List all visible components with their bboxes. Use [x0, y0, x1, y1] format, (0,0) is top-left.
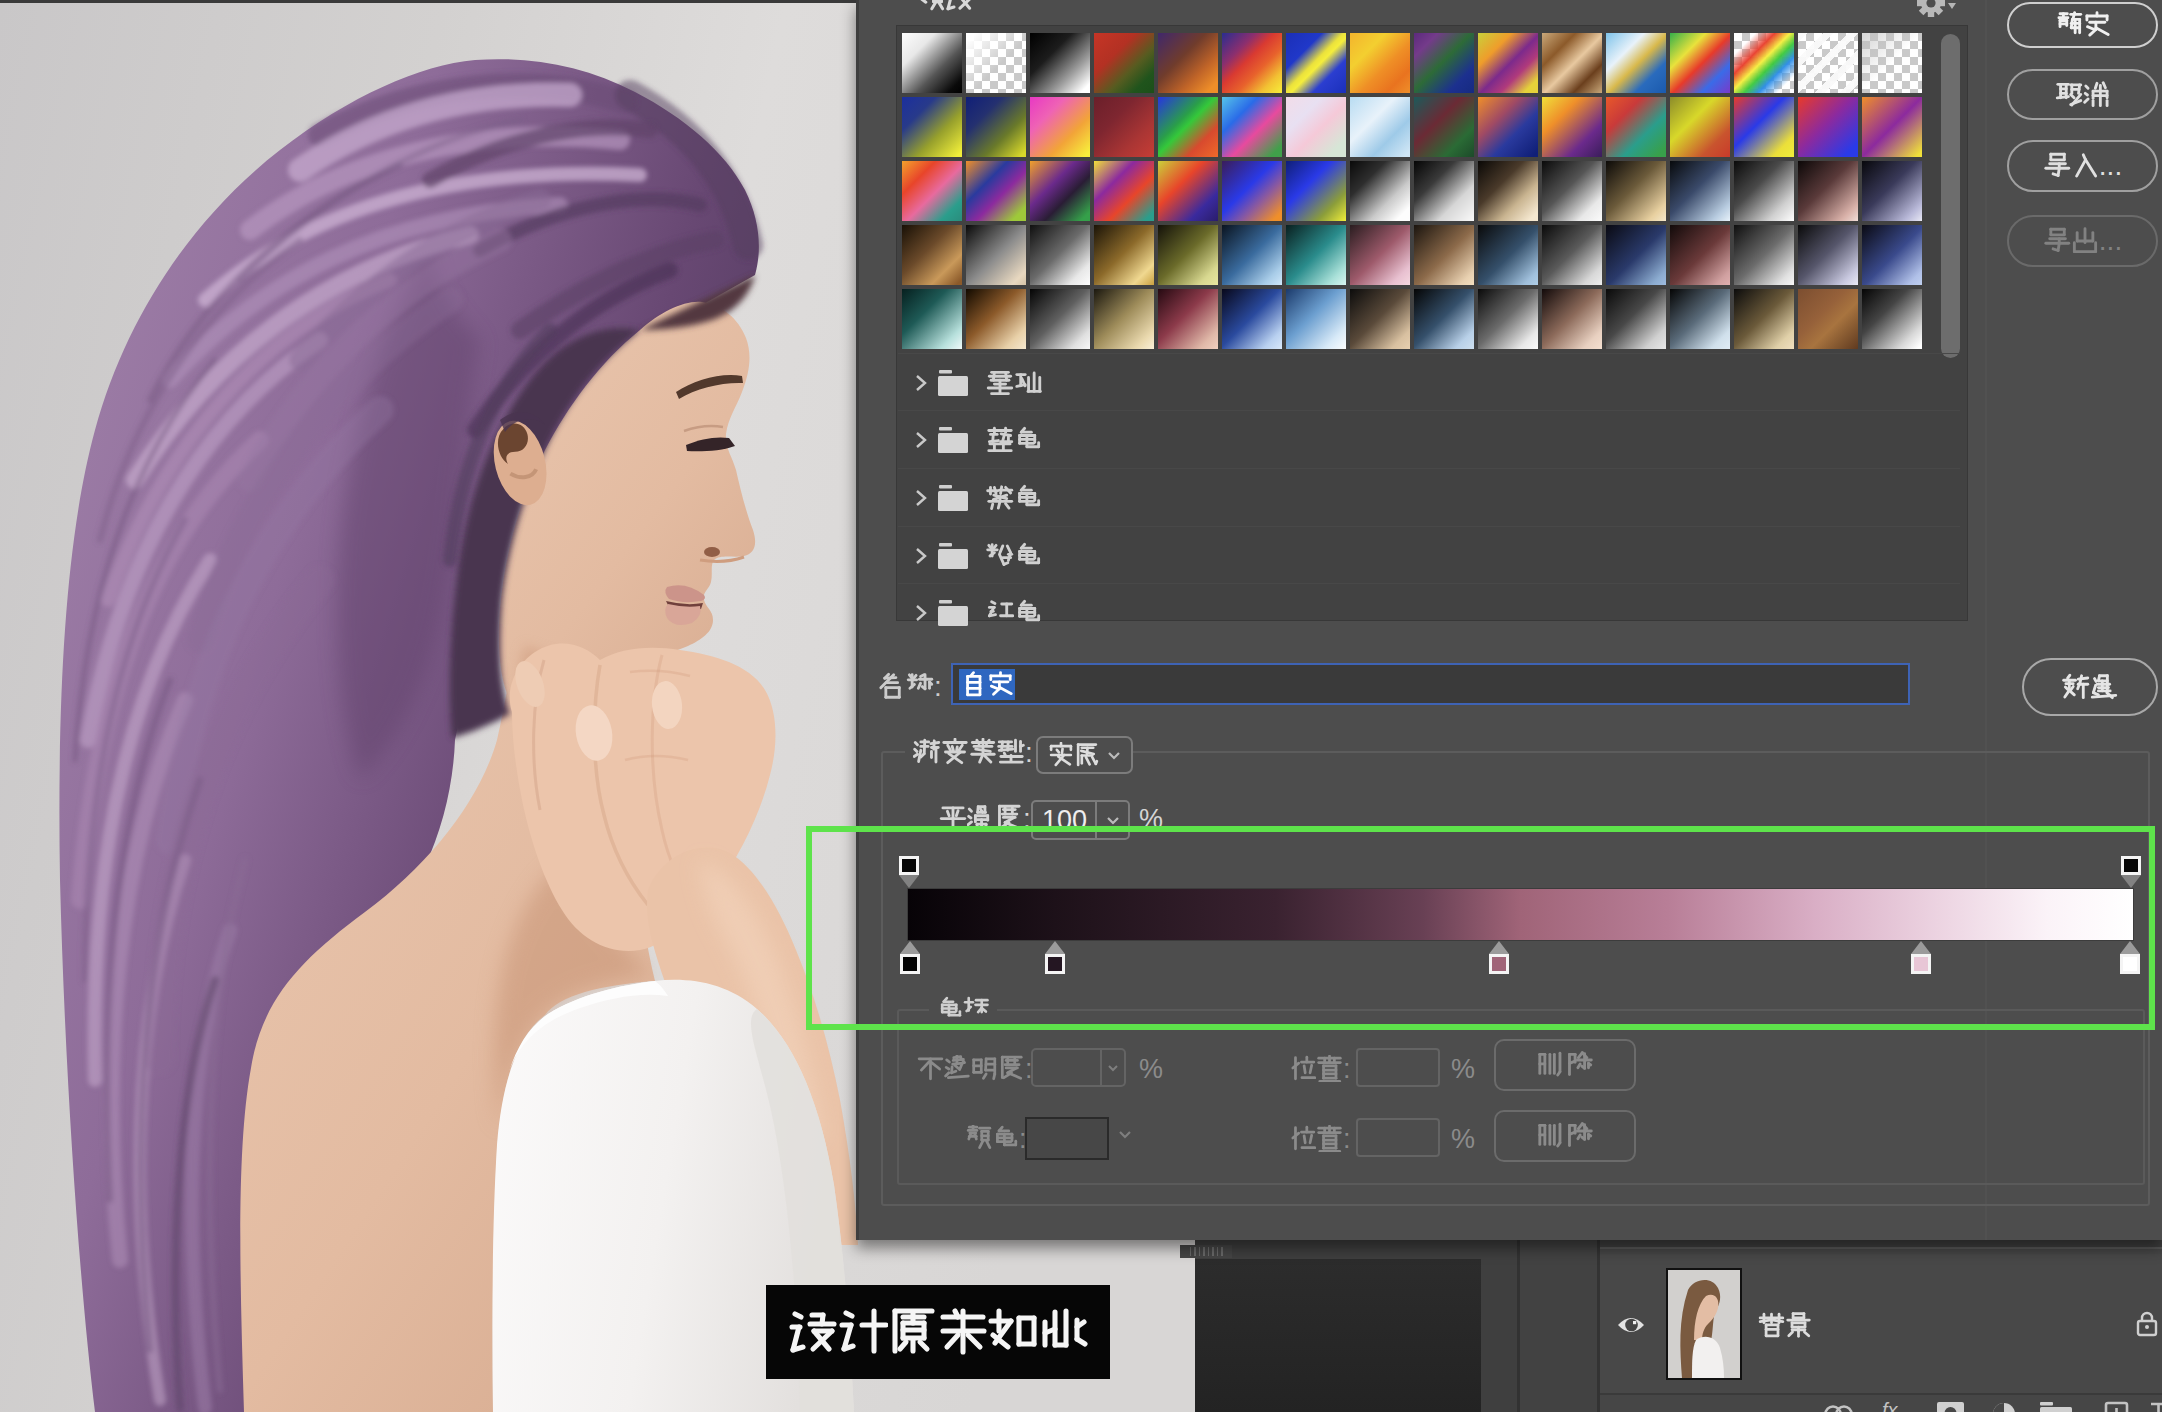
svg-text:fx: fx	[1882, 1400, 1899, 1412]
